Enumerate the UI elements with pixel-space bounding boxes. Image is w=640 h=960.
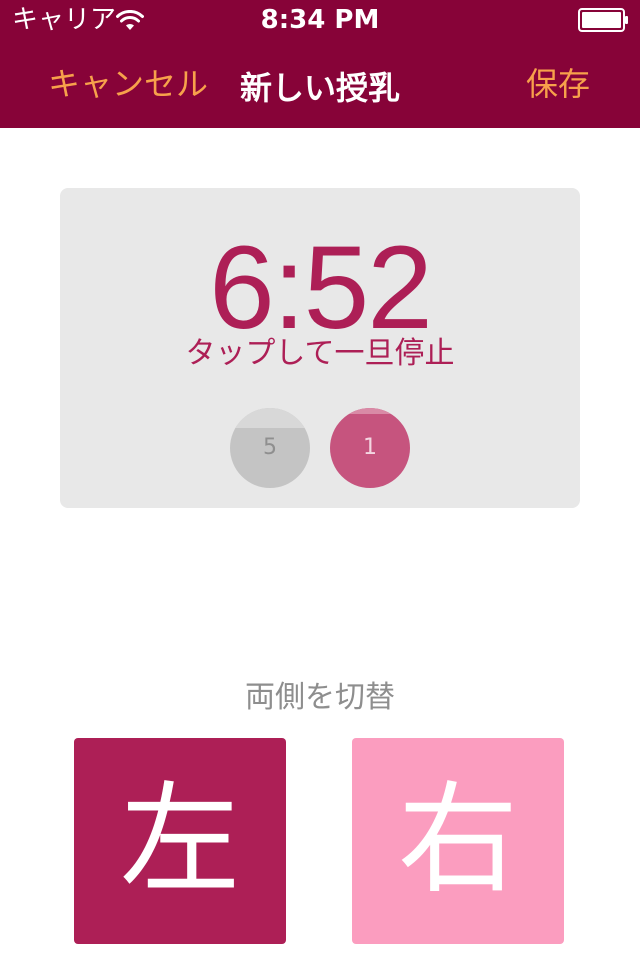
- switch-sides-label: 両側を切替: [245, 680, 395, 715]
- timer-hint: タップして一旦停止: [185, 336, 455, 371]
- left-side-button[interactable]: 左: [74, 738, 286, 944]
- left-count-value: 5: [263, 435, 277, 460]
- right-count-badge[interactable]: 1: [330, 408, 410, 488]
- battery-icon: [578, 8, 628, 32]
- left-side-label: 左: [120, 771, 240, 910]
- status-bar: キャリア 8:34 PM: [0, 0, 640, 40]
- right-side-button[interactable]: 右: [352, 738, 564, 944]
- save-button[interactable]: 保存: [526, 64, 590, 104]
- right-side-label: 右: [398, 771, 518, 910]
- navigation-bar: キャンセル 新しい授乳 保存: [0, 40, 640, 128]
- right-count-value: 1: [363, 435, 377, 460]
- timer-card[interactable]: 6:52 タップして一旦停止 5 1: [60, 188, 580, 508]
- timer-display: 6:52: [209, 222, 433, 354]
- top-bar: キャリア 8:34 PM キャンセル 新しい授乳 保存: [0, 0, 640, 128]
- screen: キャリア 8:34 PM キャンセル 新しい授乳 保存 6:52 タップして一旦…: [0, 0, 640, 960]
- left-count-badge[interactable]: 5: [230, 408, 310, 488]
- status-time: 8:34 PM: [260, 5, 380, 35]
